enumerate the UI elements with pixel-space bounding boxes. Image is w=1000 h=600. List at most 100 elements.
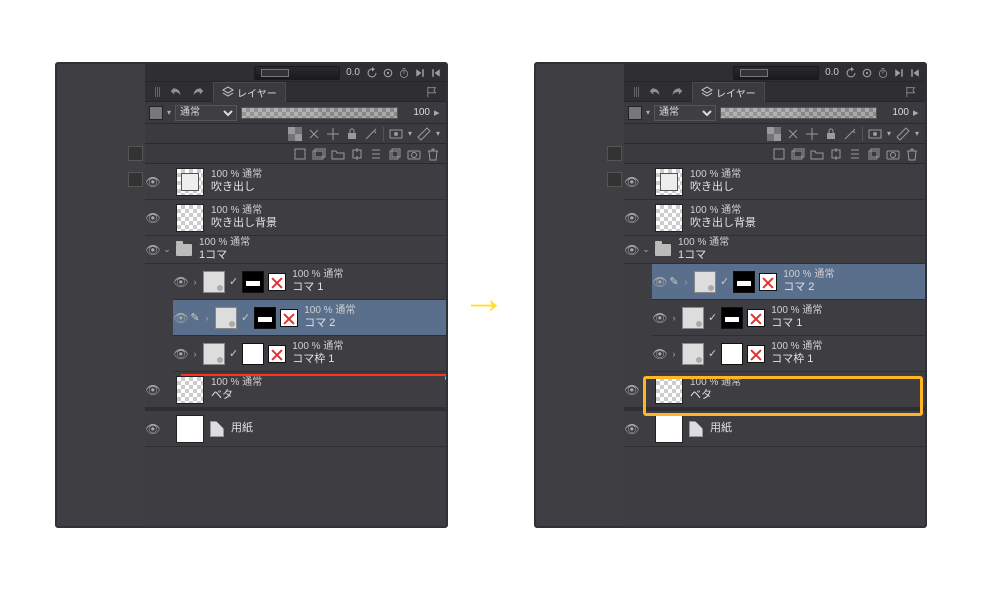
ruler-off-icon[interactable] <box>759 273 777 291</box>
fit-icon[interactable] <box>382 67 394 79</box>
expand-icon[interactable]: › <box>189 277 201 287</box>
checker-icon[interactable] <box>767 127 781 141</box>
new-group-icon[interactable] <box>791 147 805 161</box>
timer-icon[interactable] <box>877 67 889 79</box>
undo-icon[interactable] <box>648 85 662 99</box>
ref-icon[interactable] <box>805 127 819 141</box>
visibility-icon[interactable]: 👁 <box>624 383 640 397</box>
expand-icon[interactable]: › <box>189 349 201 359</box>
dropdown-icon[interactable]: ▾ <box>915 129 919 138</box>
layer-thumb[interactable] <box>655 376 683 404</box>
transfer-icon[interactable] <box>350 147 364 161</box>
rotate-icon[interactable] <box>845 67 857 79</box>
transfer-icon[interactable] <box>829 147 843 161</box>
panel-handle-icon[interactable] <box>607 146 622 161</box>
new-folder-icon[interactable] <box>331 147 345 161</box>
layer-row[interactable]: 👁 100 % 通常 吹き出し <box>624 164 925 200</box>
skip-end-icon[interactable] <box>893 67 905 79</box>
mask-thumb[interactable] <box>721 307 743 329</box>
new-layer-icon[interactable] <box>293 147 307 161</box>
visibility-icon[interactable]: 👁 <box>652 311 668 325</box>
expand-icon[interactable]: › <box>668 349 680 359</box>
frame-row-selected[interactable]: 👁 ✎ › ✓ 100 % 通常 コマ 2 <box>652 264 925 300</box>
mask-thumb[interactable] <box>733 271 755 293</box>
layer-row[interactable]: 👁 100 % 通常 ベタ <box>145 372 446 408</box>
folder-row[interactable]: 👁 ⌄ 100 % 通常 1コマ <box>145 236 446 264</box>
rotate-icon[interactable] <box>366 67 378 79</box>
layer-row[interactable]: 👁 100 % 通常 ベタ <box>624 372 925 408</box>
visibility-icon[interactable]: 👁 <box>652 275 668 289</box>
color-swatch[interactable] <box>149 106 163 120</box>
layer-row[interactable]: 👁 100 % 通常 吹き出し <box>145 164 446 200</box>
visibility-icon[interactable]: 👁 <box>624 175 640 189</box>
flag-icon[interactable] <box>905 86 919 98</box>
layer-row[interactable]: 👁 100 % 通常 吹き出し背景 <box>624 200 925 236</box>
skip-start-icon[interactable] <box>430 67 442 79</box>
merge-icon[interactable] <box>369 147 383 161</box>
ruler-off-icon[interactable] <box>268 273 286 291</box>
grip-icon[interactable] <box>155 87 161 97</box>
dropdown-icon[interactable]: ▾ <box>436 129 440 138</box>
wand-icon[interactable] <box>364 127 378 141</box>
ruler-icon[interactable] <box>417 127 431 141</box>
visibility-icon[interactable]: 👁 <box>624 211 640 225</box>
layer-row[interactable]: 👁 100 % 通常 吹き出し背景 <box>145 200 446 236</box>
layer-thumb[interactable] <box>176 415 204 443</box>
layer-thumb[interactable] <box>655 168 683 196</box>
opacity-slider[interactable] <box>241 107 398 119</box>
ruler-off-icon[interactable] <box>747 345 765 363</box>
dropdown-icon[interactable]: ▾ <box>887 129 891 138</box>
opacity-slider[interactable] <box>720 107 877 119</box>
mask-thumb[interactable] <box>242 343 264 365</box>
visibility-icon[interactable]: 👁 <box>145 175 161 189</box>
navigator-thumb[interactable] <box>733 66 819 80</box>
stepper-icon[interactable]: ▸ <box>913 106 921 119</box>
wand-icon[interactable] <box>843 127 857 141</box>
visibility-icon[interactable]: 👁 <box>145 422 161 436</box>
mask-thumb[interactable] <box>242 271 264 293</box>
grip-icon[interactable] <box>634 87 640 97</box>
layer-thumb[interactable] <box>176 204 204 232</box>
clip-icon[interactable] <box>307 127 321 141</box>
redo-icon[interactable] <box>191 85 205 99</box>
ruler-off-icon[interactable] <box>268 345 286 363</box>
navigator-thumb[interactable] <box>254 66 340 80</box>
visibility-icon[interactable]: 👁 <box>173 275 189 289</box>
mask-icon[interactable] <box>868 127 882 141</box>
checker-icon[interactable] <box>288 127 302 141</box>
trash-icon[interactable] <box>905 147 919 161</box>
frame-row[interactable]: 👁 › ✓ 100 % 通常 コマ 1 <box>173 264 446 300</box>
layer-thumb[interactable] <box>655 415 683 443</box>
frame-row[interactable]: 👁 › ✓ 100 % 通常 コマ枠 1 <box>652 336 925 372</box>
new-layer-icon[interactable] <box>772 147 786 161</box>
blend-mode-select[interactable]: 通常 <box>654 105 716 121</box>
expand-icon[interactable]: › <box>680 277 692 287</box>
frame-row-selected[interactable]: 👁 ✎ › ✓ 100 % 通常 コマ 2 <box>173 300 446 336</box>
undo-icon[interactable] <box>169 85 183 99</box>
trash-icon[interactable] <box>426 147 440 161</box>
panel-handle-icon[interactable] <box>128 146 143 161</box>
skip-start-icon[interactable] <box>909 67 921 79</box>
folder-row[interactable]: 👁 ⌄ 100 % 通常 1コマ <box>624 236 925 264</box>
ruler-icon[interactable] <box>896 127 910 141</box>
visibility-icon[interactable]: 👁 <box>145 383 161 397</box>
frame-row[interactable]: 👁 › ✓ 100 % 通常 コマ枠 1 <box>173 336 446 372</box>
flag-icon[interactable] <box>426 86 440 98</box>
dup-icon[interactable] <box>388 147 402 161</box>
visibility-icon[interactable]: 👁 <box>624 243 640 257</box>
layer-thumb[interactable] <box>176 376 204 404</box>
timeline-handle-icon[interactable] <box>128 172 143 187</box>
new-group-icon[interactable] <box>312 147 326 161</box>
ruler-off-icon[interactable] <box>747 309 765 327</box>
camera-icon[interactable] <box>886 147 900 161</box>
ref-icon[interactable] <box>326 127 340 141</box>
new-folder-icon[interactable] <box>810 147 824 161</box>
fit-icon[interactable] <box>861 67 873 79</box>
mask-thumb[interactable] <box>721 343 743 365</box>
color-swatch[interactable] <box>628 106 642 120</box>
collapse-icon[interactable]: ⌄ <box>161 244 173 255</box>
dropdown-icon[interactable]: ▾ <box>408 129 412 138</box>
visibility-icon[interactable]: 👁 <box>173 347 189 361</box>
dup-icon[interactable] <box>867 147 881 161</box>
merge-icon[interactable] <box>848 147 862 161</box>
